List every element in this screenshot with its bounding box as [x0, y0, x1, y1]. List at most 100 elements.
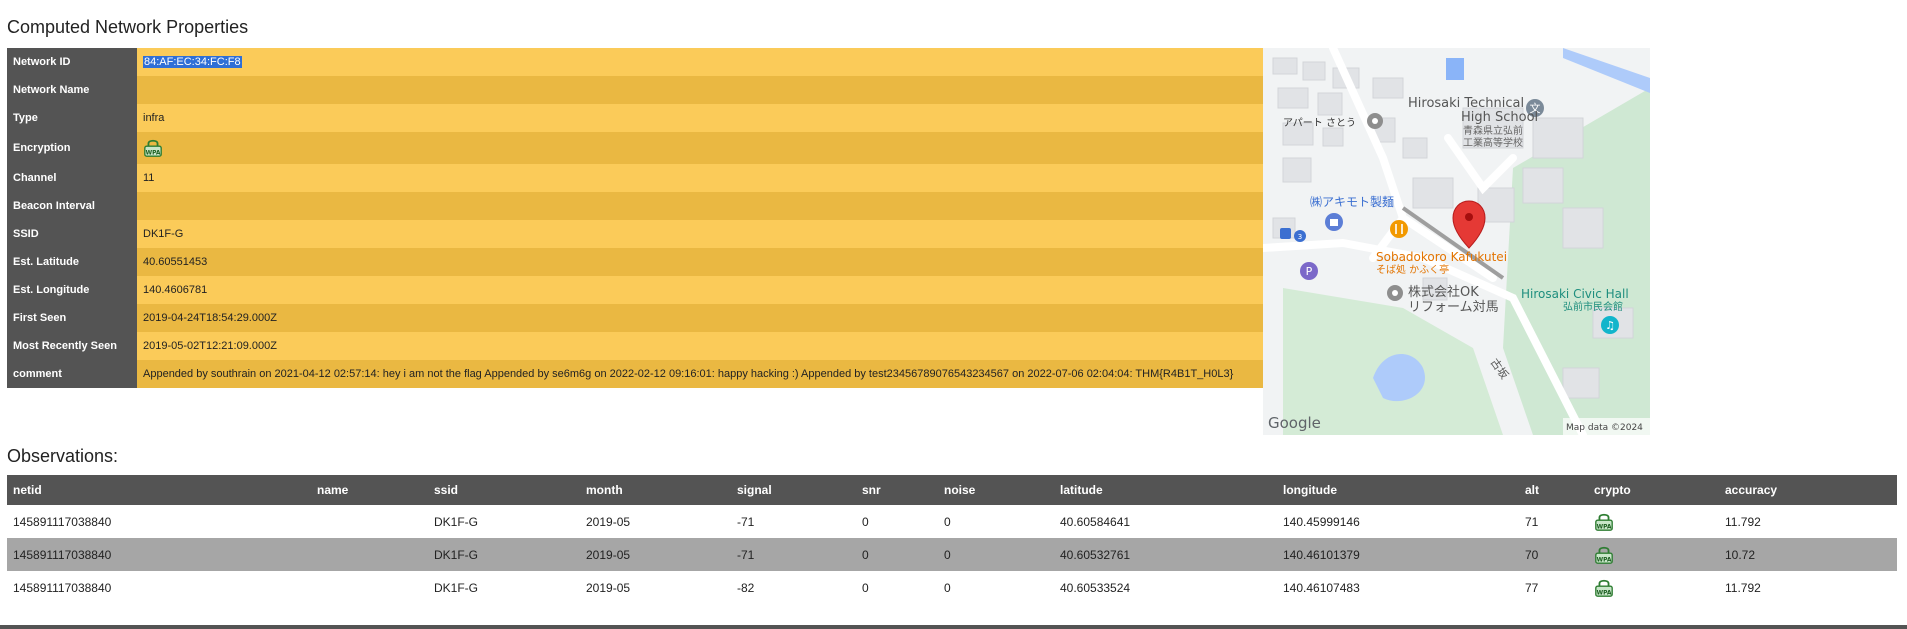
- computed-properties-title: Computed Network Properties: [7, 17, 249, 37]
- map-label-apart: アパート さとう: [1283, 117, 1356, 129]
- property-row: Type infra: [7, 104, 1263, 132]
- music-venue-pin-icon[interactable]: ♫: [1601, 316, 1619, 334]
- cell-snr: 0: [862, 514, 869, 529]
- column-header-ssid[interactable]: ssid: [428, 475, 580, 505]
- property-label: Encryption: [7, 132, 137, 164]
- cell-noise: 0: [938, 538, 1054, 571]
- column-header-signal[interactable]: signal: [731, 475, 856, 505]
- cell-latitude: 40.60584641: [1060, 514, 1131, 529]
- map-label-ok-1: 株式会社OK: [1408, 284, 1479, 300]
- cell-month: 2019-05: [586, 514, 631, 529]
- cell-month: 2019-05: [586, 580, 631, 595]
- cell-crypto: WPA: [1588, 538, 1719, 571]
- wpa-lock-icon: WPA: [1595, 513, 1613, 531]
- property-label: comment: [7, 360, 137, 388]
- svg-text:WPA: WPA: [146, 150, 161, 156]
- svg-text:WPA: WPA: [1597, 557, 1612, 563]
- cell-longitude: 140.46101379: [1277, 538, 1519, 571]
- bottom-bar: [0, 625, 1907, 629]
- column-header-month[interactable]: month: [580, 475, 731, 505]
- property-value: 2019-05-02T12:21:09.000Z: [137, 332, 1263, 360]
- network-id-value[interactable]: 84:AF:EC:34:FC:F8: [143, 56, 242, 68]
- property-row: Network ID 84:AF:EC:34:FC:F8: [7, 48, 1263, 76]
- cell-accuracy: 10.72: [1719, 538, 1897, 571]
- property-label: Most Recently Seen: [7, 332, 137, 360]
- map-label-civic-jp: 弘前市民会館: [1563, 300, 1623, 313]
- cell-noise: 0: [944, 514, 951, 529]
- property-label: Network Name: [7, 76, 137, 104]
- map-label-akimoto: ㈱アキモト製麺: [1310, 195, 1394, 209]
- shop-pin-icon[interactable]: [1325, 213, 1343, 231]
- svg-text:WPA: WPA: [1597, 524, 1612, 530]
- map-view[interactable]: アパート さとう 文 Hirosaki Technical High Schoo…: [1263, 48, 1650, 435]
- cell-crypto: WPA: [1588, 505, 1719, 538]
- restaurant-pin-icon[interactable]: [1390, 220, 1408, 238]
- map-label-civic-en: Hirosaki Civic Hall: [1521, 287, 1629, 301]
- column-header-longitude[interactable]: longitude: [1277, 475, 1519, 505]
- properties-table: Network ID 84:AF:EC:34:FC:F8 Network Name T…: [7, 48, 1263, 388]
- parking-pin-icon[interactable]: P: [1300, 262, 1318, 280]
- property-row: comment Appended by southrain on 2021-04-…: [7, 360, 1263, 388]
- property-value: [137, 192, 1263, 220]
- wpa-lock-icon: WPA: [1595, 546, 1613, 564]
- cell-alt: 70: [1519, 538, 1588, 571]
- map-label-school-jp-2: 工業高等学校: [1463, 136, 1523, 149]
- cell-accuracy: 11.792: [1725, 580, 1761, 595]
- column-header-crypto[interactable]: crypto: [1588, 475, 1719, 505]
- cell-month: 2019-05: [580, 538, 731, 571]
- property-value: 2019-04-24T18:54:29.000Z: [137, 304, 1263, 332]
- cell-signal: -71: [731, 538, 856, 571]
- property-value: 84:AF:EC:34:FC:F8: [137, 48, 1263, 76]
- property-label: Beacon Interval: [7, 192, 137, 220]
- map-label-ok-2: リフォーム対馬: [1408, 300, 1499, 315]
- map-canvas[interactable]: アパート さとう 文 Hirosaki Technical High Schoo…: [1263, 48, 1650, 435]
- property-row: Est. Latitude 40.60551453: [7, 248, 1263, 276]
- cell-longitude: 140.45999146: [1283, 514, 1360, 529]
- cell-noise: 0: [944, 580, 951, 595]
- svg-text:WPA: WPA: [1597, 590, 1612, 596]
- table-row[interactable]: 145891117038840 DK1F-G 2019-05 -82 0 0 40.6053…: [7, 571, 1897, 604]
- property-value: WPA: [137, 132, 1263, 164]
- cell-signal: -82: [737, 580, 755, 595]
- property-label: First Seen: [7, 304, 137, 332]
- cell-ssid: DK1F-G: [428, 538, 580, 571]
- cell-netid: 145891117038840: [13, 580, 112, 595]
- wpa-lock-icon: WPA: [1595, 579, 1613, 597]
- table-row[interactable]: 145891117038840 DK1F-G 2019-05 -71 0 0 40.6053…: [7, 538, 1897, 571]
- column-header-alt[interactable]: alt: [1519, 475, 1588, 505]
- property-value: 11: [137, 164, 1263, 192]
- property-row: Most Recently Seen 2019-05-02T12:21:09.00…: [7, 332, 1263, 360]
- cell-name: [311, 538, 428, 571]
- map-label-school-en-2: High School: [1461, 110, 1538, 125]
- cell-ssid: DK1F-G: [434, 580, 479, 595]
- cell-name: [311, 505, 428, 538]
- wpa-lock-icon: WPA: [144, 139, 162, 157]
- column-header-accuracy[interactable]: accuracy: [1719, 475, 1897, 505]
- property-value: [137, 76, 1263, 104]
- cell-latitude: 40.60533524: [1060, 580, 1131, 595]
- apart-pin-icon[interactable]: [1367, 113, 1383, 129]
- table-row[interactable]: 145891117038840 DK1F-G 2019-05 -71 0 0 40.6058…: [7, 505, 1897, 538]
- property-value: infra: [137, 104, 1263, 132]
- cell-latitude: 40.60532761: [1054, 538, 1277, 571]
- cell-netid: 145891117038840: [13, 514, 112, 529]
- map-attribution[interactable]: Map data ©2024: [1566, 423, 1643, 433]
- cell-crypto: WPA: [1588, 571, 1719, 604]
- map-label-soba-en: Sobadokoro Kafukutei: [1376, 250, 1507, 264]
- column-header-latitude[interactable]: latitude: [1054, 475, 1277, 505]
- google-logo: Google: [1268, 414, 1321, 432]
- column-header-noise[interactable]: noise: [938, 475, 1054, 505]
- property-value: 140.4606781: [137, 276, 1263, 304]
- column-header-name[interactable]: name: [311, 475, 428, 505]
- cell-snr: 0: [856, 538, 938, 571]
- column-header-netid[interactable]: netid: [7, 475, 311, 505]
- column-header-snr[interactable]: snr: [856, 475, 938, 505]
- cell-signal: -71: [737, 514, 755, 529]
- property-row: Est. Longitude 140.4606781: [7, 276, 1263, 304]
- svg-text:P: P: [1306, 265, 1313, 278]
- property-label: Est. Longitude: [7, 276, 137, 304]
- office-pin-icon[interactable]: [1387, 285, 1403, 301]
- svg-text:3: 3: [1298, 233, 1302, 241]
- map-label-school-en-1: Hirosaki Technical: [1408, 96, 1524, 111]
- property-row: Network Name: [7, 76, 1263, 104]
